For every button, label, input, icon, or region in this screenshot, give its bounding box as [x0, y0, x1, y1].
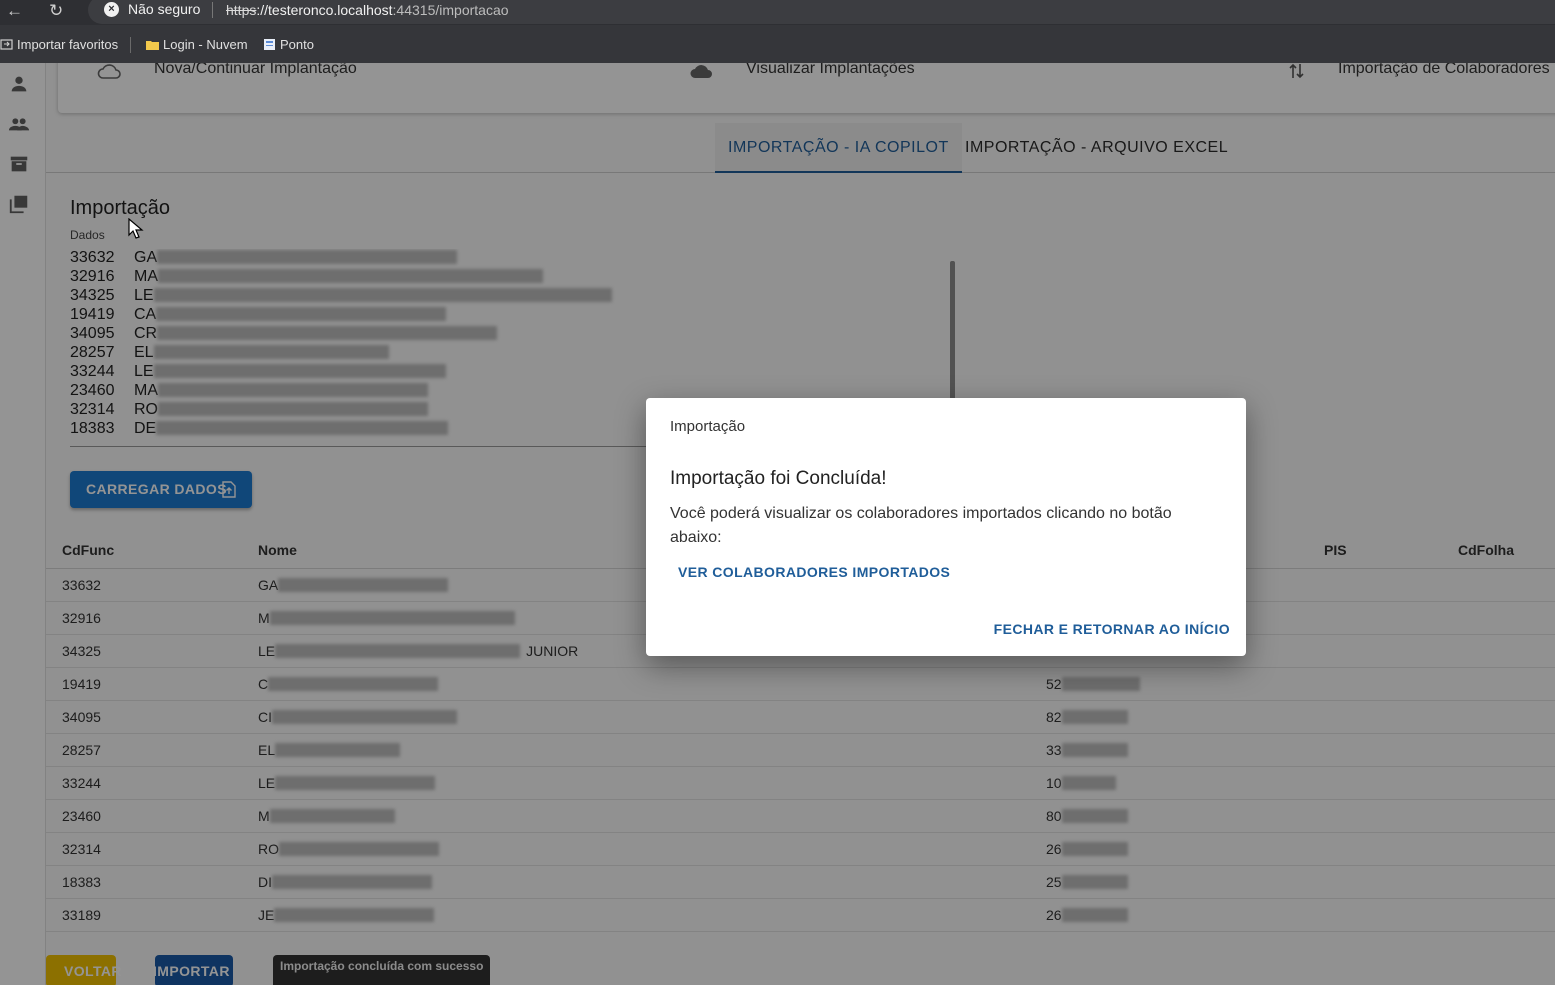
dialog-title: Importação: [670, 418, 746, 435]
page-icon: [264, 39, 275, 50]
security-label[interactable]: Não seguro: [128, 1, 200, 17]
close-return-button[interactable]: FECHAR E RETORNAR AO INÍCIO: [994, 621, 1230, 637]
url-host: ://testeronco.localhost: [256, 2, 393, 18]
bookmark-label: Login - Nuvem: [163, 37, 248, 52]
url-path: :44315/importacao: [392, 2, 509, 18]
app-content: Nova/Continuar Implantação Visualizar Im…: [0, 63, 1555, 985]
not-secure-icon[interactable]: ×: [104, 2, 119, 17]
dialog-heading: Importação foi Concluída!: [670, 468, 887, 489]
dialog-message: Você poderá visualizar os colaboradores …: [670, 505, 1172, 546]
back-arrow-icon[interactable]: ←: [6, 1, 23, 21]
bookmark-divider: [130, 37, 131, 53]
folder-icon: [146, 41, 159, 50]
bookmarks-bar: Importar favoritos Login - Nuvem Ponto: [0, 25, 1555, 63]
view-imported-button[interactable]: VER COLABORADORES IMPORTADOS: [678, 564, 950, 580]
mouse-cursor-icon: [128, 218, 144, 239]
import-icon: [0, 39, 13, 50]
url-scheme: https: [226, 2, 257, 18]
url-text[interactable]: https://testeronco.localhost:44315/impor…: [226, 2, 509, 18]
url-divider: [212, 2, 213, 18]
browser-address-bar: ← ↻ × Não seguro https://testeronco.loca…: [0, 0, 1555, 25]
bookmark-import[interactable]: Importar favoritos: [0, 37, 118, 52]
bookmark-ponto[interactable]: Ponto: [263, 37, 314, 52]
bookmark-label: Ponto: [280, 37, 314, 52]
bookmark-login-nuvem[interactable]: Login - Nuvem: [146, 37, 248, 52]
import-complete-dialog: Importação Importação foi Concluída! Voc…: [646, 398, 1246, 656]
reload-icon[interactable]: ↻: [49, 1, 63, 21]
bookmark-label: Importar favoritos: [17, 37, 119, 52]
